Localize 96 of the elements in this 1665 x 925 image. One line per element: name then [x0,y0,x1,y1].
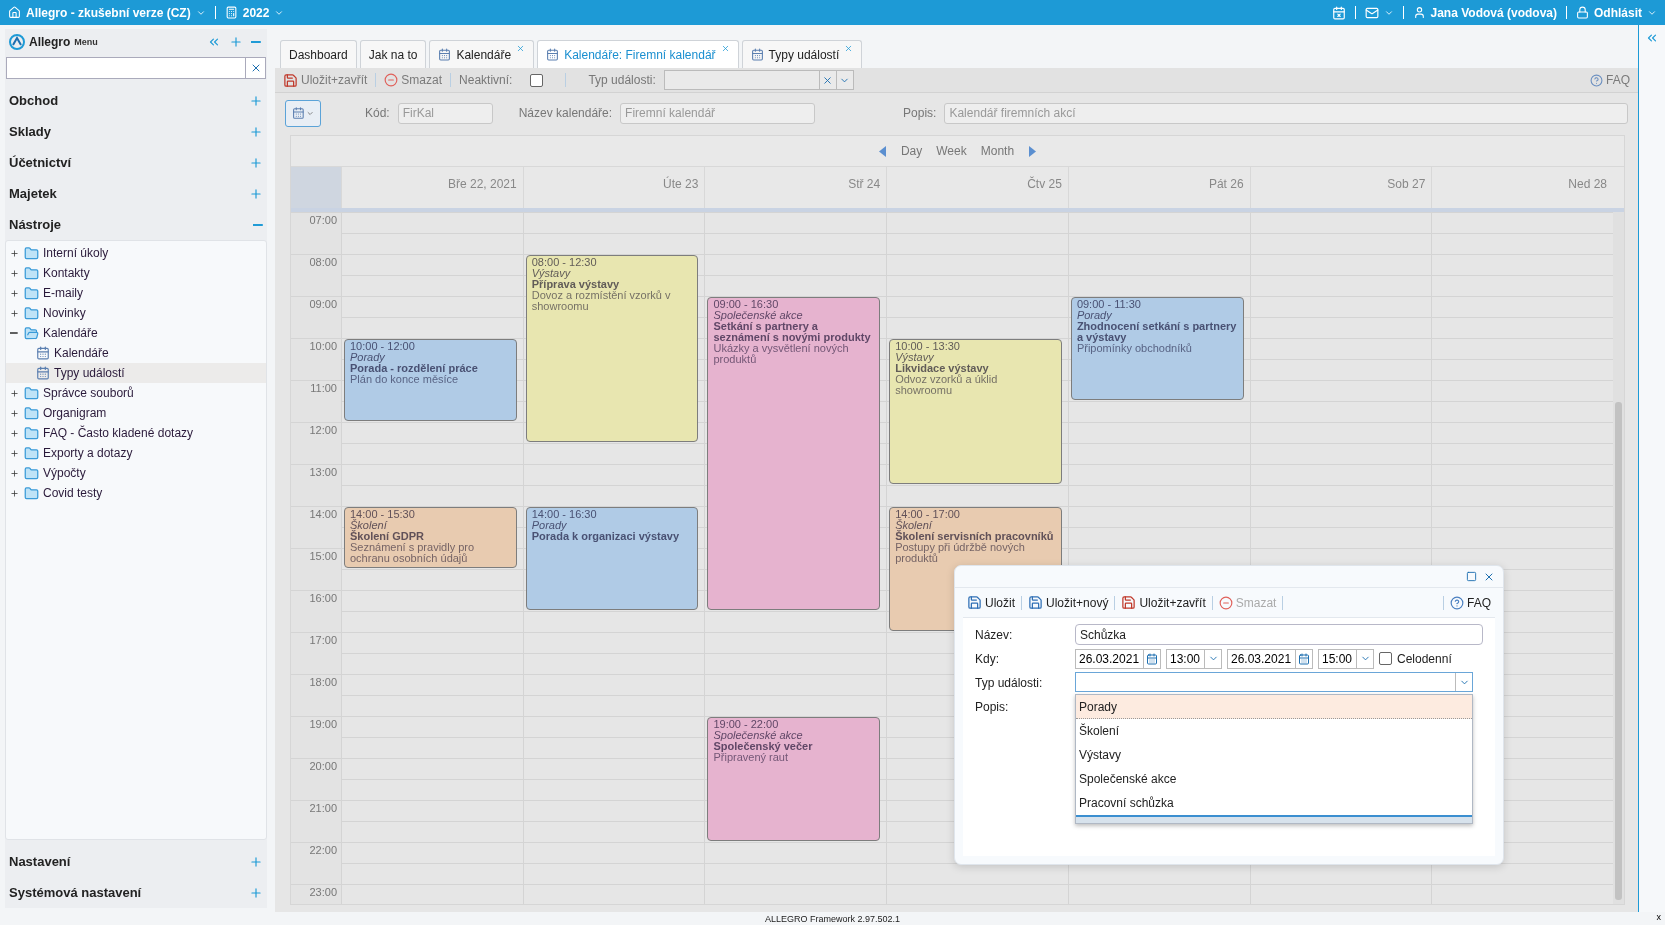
section-label: Systémová nastavení [9,885,142,900]
day-header: Pát 26 [1067,167,1250,208]
tab-label: Kalendáře: Firemní kalendář [564,47,716,62]
hour-label: 19:00 [291,716,341,758]
event-type: Porady [531,520,567,531]
tree-label: Organigram [43,406,107,420]
tree-label: Kontakty [43,266,90,280]
day-header: Čtv 25 [886,167,1068,208]
hour-label: 22:00 [291,842,341,884]
description-label: Popis: [975,698,1010,716]
hour-label: 11:00 [291,380,341,422]
tree-label: Výpočty [43,466,86,480]
event-time: 10:00 - 12:00 [350,341,416,352]
version-text: ALLEGRO Framework 2.97.502.1 [764,913,901,924]
hour-label: 10:00 [291,338,341,380]
calendar-name-label: Název kalendáře: [518,106,613,120]
hour-label: 09:00 [291,296,341,338]
code-label: Kód: [365,106,390,120]
hour-label: 12:00 [291,422,341,464]
event-time: 19:00 - 22:00 [713,719,780,730]
when-label: Kdy: [975,650,1000,668]
hour-label: 16:00 [291,590,341,632]
tree-label: Exporty a dotazy [43,446,133,460]
event-type-label: Typ události: [975,674,1044,692]
tree-label: E-maily [43,286,83,300]
event-description: Plán do konce měsíce [350,374,459,385]
hour-label: 14:00 [291,506,341,548]
event-type: Školení [895,520,933,531]
tab-label: Kalendáře [456,47,512,62]
day-header: Ned 28 [1431,167,1614,208]
event-description: Připomínky obchodníků [1076,343,1193,354]
event-title: Zhodnocení setkání s partnery a výstavy [1076,321,1238,343]
event-description: Ukázky a vysvětlení nových produktů [713,343,849,365]
type-label: Typ události: [588,73,656,87]
tree-label: Interní úkoly [43,246,109,260]
event-title: Setkání s partnery a seznámení s novými produkty [713,321,872,343]
event-description: Seznámení s pravidly pro ochranu osobních údajů [350,542,476,564]
event-title: Školení servisních pracovníků [895,531,1055,542]
menu-label: Menu [74,37,98,47]
hour-label: 13:00 [291,464,341,506]
hour-label: 21:00 [291,800,341,842]
tab-label: Typy událostí [768,47,840,62]
tree-label: Kalendáře [54,346,109,360]
event-time: 09:00 - 16:30 [713,299,780,310]
name-label: Název: [975,626,1014,644]
tree-label: Správce souborů [43,386,134,400]
section-label: Nastavení [9,854,71,869]
event-description: Dovoz a rozmístění vzorků v showroomu [531,290,672,312]
inactive-label: Neaktivní: [459,73,513,87]
event-type: Výstavy [531,268,571,279]
tree-label: FAQ - Často kladené dotazy [43,426,194,440]
description-label: Popis: [903,106,937,120]
tree-label: Kalendáře [43,326,98,340]
event-title: Společenský večer [713,741,814,752]
day-header: Sob 27 [1249,167,1432,208]
all-day-label: Celodenní [1397,650,1452,668]
event-title: Porada k organizaci výstavy [531,531,681,542]
section-label: Nástroje [9,217,62,232]
event-time: 10:00 - 13:30 [895,341,961,352]
section-label: Obchod [9,93,59,108]
tree-label: Novinky [43,306,86,320]
tab-label: Jak na to [368,47,418,62]
event-description: Postupy při údržbě nových produktů [895,542,1025,564]
hour-label: 20:00 [291,758,341,800]
event-time: 14:00 - 15:30 [350,509,416,520]
event-description: Připravený raut [713,752,790,763]
tab-label: Dashboard [289,47,348,62]
hour-label: 17:00 [291,632,341,674]
section-label: Sklady [9,124,51,139]
section-label: Majetek [9,186,57,201]
hour-label: 18:00 [291,674,341,716]
tree-label: Covid testy [43,486,103,500]
hour-label: 08:00 [291,254,341,296]
event-type: Školení [350,520,388,531]
event-title: Příprava výstavy [531,279,620,290]
hour-label: 15:00 [291,548,341,590]
event-description: Odvoz vzorků a úklid showroomu [895,374,999,396]
logo-text: Allegro [29,35,71,49]
event-title: Likvidace výstavy [895,363,990,374]
tree-label: Typy událostí [54,366,125,380]
event-title: Školení GDPR [350,531,425,542]
event-type: Porady [1076,310,1112,321]
event-type: Porady [350,352,385,363]
hour-label: 07:00 [291,212,341,254]
event-title: Porada - rozdělení práce [350,363,479,374]
event-time: 14:00 - 17:00 [895,509,961,520]
day-header: Úte 23 [522,167,705,208]
event-type: Výstavy [895,352,934,363]
day-header: Stř 24 [704,167,887,208]
event-time: 14:00 - 16:30 [531,509,598,520]
event-time: 09:00 - 11:30 [1076,299,1142,310]
event-time: 08:00 - 12:30 [531,257,598,268]
event-type: Společenské akce [713,730,803,741]
section-label: Účetnictví [9,155,72,170]
event-type: Společenské akce [713,310,803,321]
day-header: Bře 22, 2021 [341,167,523,208]
